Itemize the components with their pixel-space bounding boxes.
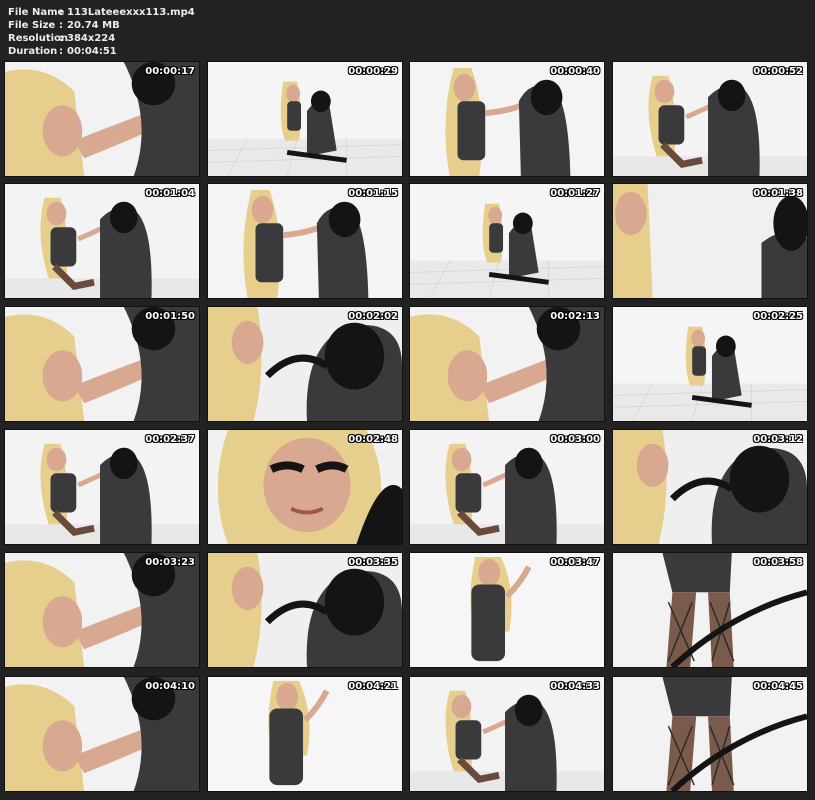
video-thumbnail: 00:00:52	[612, 61, 808, 177]
thumbnail-timestamp: 00:03:47	[550, 557, 600, 568]
thumbnail-timestamp: 00:03:00	[550, 434, 600, 445]
thumbnail-timestamp: 00:01:50	[145, 311, 195, 322]
video-thumbnail: 00:02:37	[4, 429, 200, 545]
thumbnail-timestamp: 00:04:10	[145, 681, 195, 692]
video-thumbnail: 00:03:58	[612, 552, 808, 668]
video-thumbnail: 00:02:48	[207, 429, 403, 545]
thumbnail-timestamp: 00:03:23	[145, 557, 195, 568]
thumbnail-timestamp: 00:03:58	[753, 557, 803, 568]
thumbnail-timestamp: 00:02:37	[145, 434, 195, 445]
thumbnail-timestamp: 00:02:02	[348, 311, 398, 322]
thumbnail-timestamp: 00:03:12	[753, 434, 803, 445]
video-thumbnail: 00:03:12	[612, 429, 808, 545]
thumbnail-timestamp: 00:00:17	[145, 66, 195, 77]
thumbnail-timestamp: 00:00:52	[753, 66, 803, 77]
video-thumbnail: 00:00:17	[4, 61, 200, 177]
thumbnail-timestamp: 00:04:45	[753, 681, 803, 692]
thumbnail-timestamp: 00:01:27	[550, 188, 600, 199]
video-thumbnail: 00:00:40	[409, 61, 605, 177]
video-thumbnail: 00:04:10	[4, 676, 200, 792]
thumbnail-timestamp: 00:02:48	[348, 434, 398, 445]
video-thumbnail: 00:04:33	[409, 676, 605, 792]
video-thumbnail: 00:01:27	[409, 183, 605, 299]
video-thumbnail: 00:01:04	[4, 183, 200, 299]
video-thumbnail: 00:03:23	[4, 552, 200, 668]
video-thumbnail: 00:04:21	[207, 676, 403, 792]
thumbnail-timestamp: 00:04:21	[348, 681, 398, 692]
video-thumbnail: 00:04:45	[612, 676, 808, 792]
thumbnail-timestamp: 00:02:13	[550, 311, 600, 322]
thumbnail-timestamp: 00:01:15	[348, 188, 398, 199]
video-thumbnail: 00:00:29	[207, 61, 403, 177]
video-thumbnail: 00:03:00	[409, 429, 605, 545]
video-thumbnail: 00:02:25	[612, 306, 808, 422]
thumbnail-timestamp: 00:01:04	[145, 188, 195, 199]
video-thumbnail: 00:02:13	[409, 306, 605, 422]
thumbnail-timestamp: 00:00:29	[348, 66, 398, 77]
thumbnail-timestamp: 00:04:33	[550, 681, 600, 692]
video-thumbnail: 00:01:50	[4, 306, 200, 422]
video-thumbnail: 00:02:02	[207, 306, 403, 422]
video-thumbnail: 00:03:47	[409, 552, 605, 668]
thumbnail-timestamp: 00:01:38	[753, 188, 803, 199]
thumbnail-timestamp: 00:03:35	[348, 557, 398, 568]
video-thumbnail: 00:01:15	[207, 183, 403, 299]
thumbnail-timestamp: 00:02:25	[753, 311, 803, 322]
thumbnail-timestamp: 00:00:40	[550, 66, 600, 77]
thumbnail-grid: 00:00:17 00:00:29 00:00:40 00:00:52 00:01:04…	[0, 0, 815, 800]
video-thumbnail: 00:01:38	[612, 183, 808, 299]
video-thumbnail: 00:03:35	[207, 552, 403, 668]
